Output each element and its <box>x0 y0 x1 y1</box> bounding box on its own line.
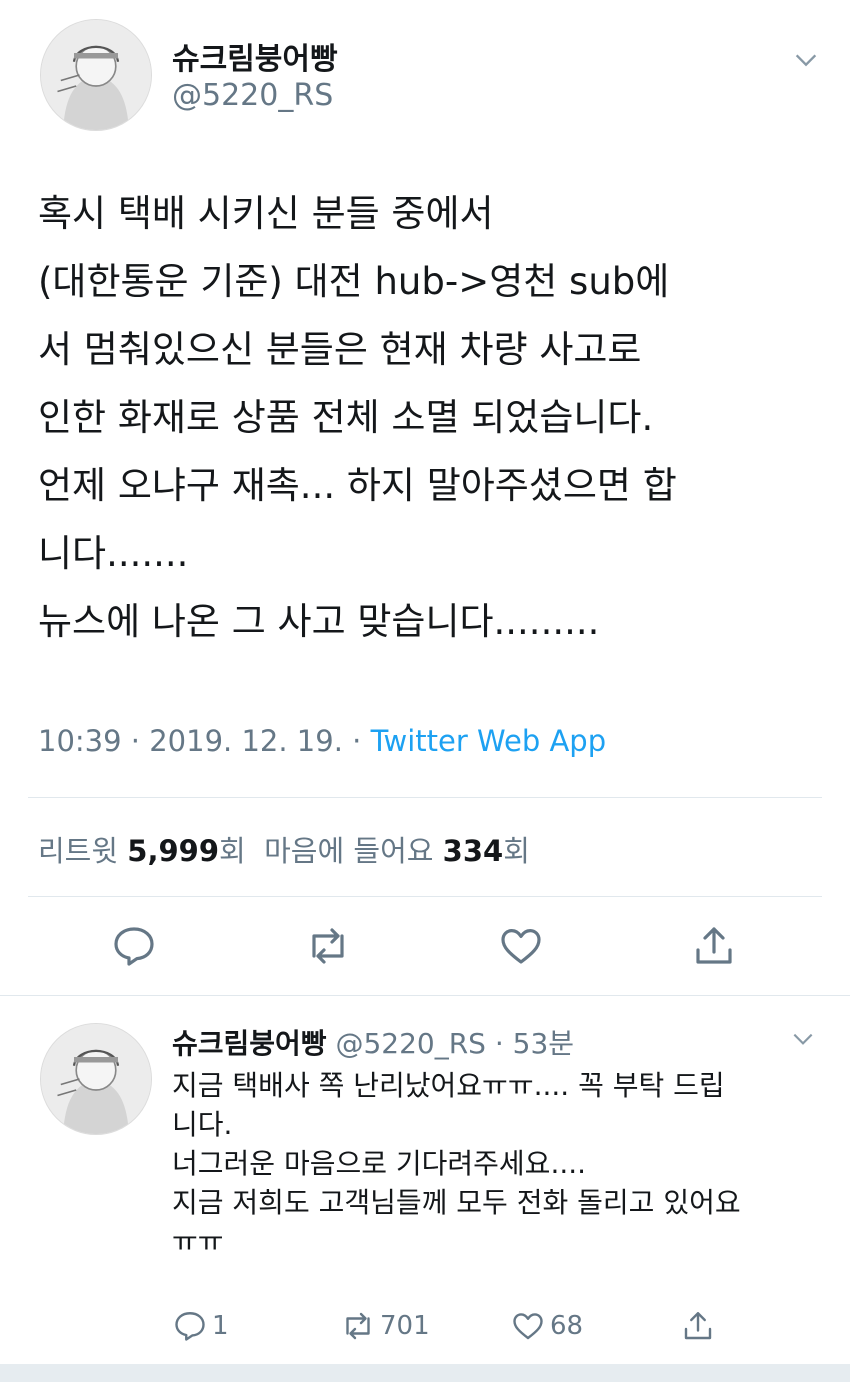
handle[interactable]: @5220_RS <box>172 78 333 113</box>
source-app-link[interactable]: Twitter Web App <box>371 724 607 758</box>
reply-reply-button[interactable]: 1 <box>172 1308 229 1344</box>
reply-reply-count: 1 <box>212 1311 229 1341</box>
like-unit: 회 <box>503 834 530 868</box>
reply-retweet-button[interactable]: 701 <box>340 1308 430 1344</box>
reply-header: 슈크림붕어빵 @5220_RS · 53분 <box>172 1022 574 1062</box>
heart-icon[interactable] <box>497 922 545 970</box>
chevron-down-icon[interactable] <box>792 46 820 74</box>
share-icon[interactable] <box>690 922 738 970</box>
retweet-label: 리트윗 <box>38 834 128 868</box>
divider <box>28 797 822 798</box>
bottom-separator <box>0 1364 850 1382</box>
retweet-unit: 회 <box>219 834 246 868</box>
divider <box>28 896 822 897</box>
divider <box>0 995 850 996</box>
reply-text: 지금 택배사 쪽 난리났어요ㅠㅠ.... 꼭 부탁 드립 니다. 너그러운 마음… <box>172 1069 741 1258</box>
share-icon <box>680 1308 716 1344</box>
display-name[interactable]: 슈크림붕어빵 <box>172 34 338 78</box>
reply-icon <box>172 1308 208 1344</box>
like-stat[interactable]: 마음에 들어요 334회 <box>264 834 530 868</box>
reply-like-count: 68 <box>550 1311 584 1341</box>
retweet-icon <box>340 1308 376 1344</box>
chevron-down-icon[interactable] <box>790 1026 816 1052</box>
reply-icon[interactable] <box>110 922 158 970</box>
like-count: 334 <box>442 834 504 868</box>
retweet-icon[interactable] <box>304 922 352 970</box>
tweet-meta: 10:39 · 2019. 12. 19. · Twitter Web App <box>38 724 606 758</box>
retweet-count: 5,999 <box>127 834 219 868</box>
avatar[interactable] <box>40 19 152 131</box>
timestamp: 10:39 · 2019. 12. 19. · <box>38 724 371 758</box>
retweet-stat[interactable]: 리트윗 5,999회 <box>38 834 246 868</box>
reply-avatar[interactable] <box>40 1023 152 1135</box>
reply-like-button[interactable]: 68 <box>510 1308 583 1344</box>
reply-share-button[interactable] <box>680 1308 716 1344</box>
tweet-text: 혹시 택배 시키신 분들 중에서 (대한통운 기준) 대전 hub->영천 su… <box>38 192 677 643</box>
reply-retweet-count: 701 <box>380 1311 430 1341</box>
heart-icon <box>510 1308 546 1344</box>
reply-handle-time[interactable]: @5220_RS · 53분 <box>335 1027 574 1060</box>
engagement-stats: 리트윗 5,999회 마음에 들어요 334회 <box>38 828 530 870</box>
reply-display-name[interactable]: 슈크림붕어빵 <box>172 1027 327 1060</box>
like-label: 마음에 들어요 <box>264 834 443 868</box>
